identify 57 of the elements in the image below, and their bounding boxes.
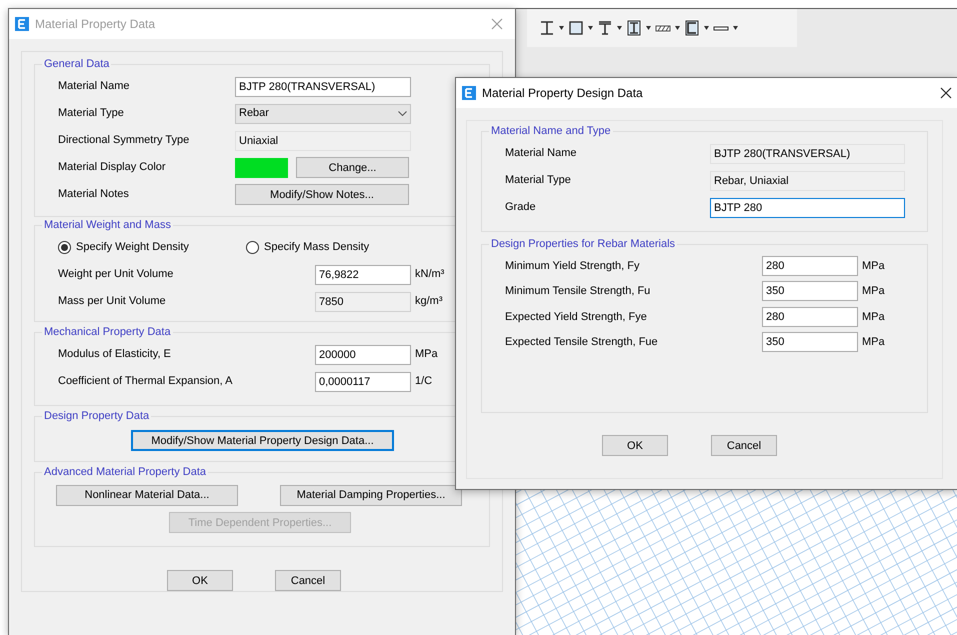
text-field[interactable]: 350 xyxy=(762,332,858,352)
radio-label[interactable]: Specify Mass Density xyxy=(264,239,370,256)
window-title: Material Property Design Data xyxy=(482,85,643,102)
text-field[interactable]: 280 xyxy=(762,306,858,327)
group-title: General Data xyxy=(43,58,110,71)
button[interactable]: Change... xyxy=(296,157,409,178)
field-label: Material Name xyxy=(58,79,131,94)
text-field[interactable]: BJTP 280 xyxy=(710,198,905,218)
field-label: Material Type xyxy=(58,106,125,122)
text-field[interactable]: Uniaxial xyxy=(235,130,411,150)
field-label: Material Name xyxy=(505,146,578,162)
button[interactable]: Cancel xyxy=(711,435,777,456)
field-label: Coefficient of Thermal Expansion, A xyxy=(58,374,234,390)
field-label: Directional Symmetry Type xyxy=(58,133,190,148)
group-title: Design Property Data xyxy=(43,410,150,423)
radio-label[interactable]: Specify Weight Density xyxy=(76,239,246,256)
button[interactable]: Modify/Show Material Property Design Data... xyxy=(131,430,394,450)
button[interactable]: Cancel xyxy=(275,570,341,591)
text-field[interactable]: Rebar, Uniaxial xyxy=(710,170,905,190)
text-field[interactable]: 200000 xyxy=(315,344,411,364)
group-title: Material Name and Type xyxy=(490,125,612,138)
field-label: Modulus of Elasticity, E xyxy=(58,347,172,362)
unit-label: kg/m³ xyxy=(415,294,442,310)
button[interactable]: OK xyxy=(167,570,233,591)
unit-label: kN/m³ xyxy=(415,267,444,282)
field-label: Material Display Color xyxy=(58,160,167,176)
text-field[interactable]: 0,0000117 xyxy=(315,372,411,392)
button[interactable]: Modify/Show Notes... xyxy=(235,184,409,205)
group-title: Advanced Material Property Data xyxy=(43,466,208,479)
field-label: Material Type xyxy=(505,173,572,188)
text-field[interactable]: BJTP 280(TRANSVERSAL) xyxy=(235,76,411,96)
dropdown[interactable]: Rebar xyxy=(235,104,411,124)
group-title: Design Properties for Rebar Materials xyxy=(490,238,676,251)
window-title: Material Property Data xyxy=(35,16,156,33)
group-title: Material Weight and Mass xyxy=(43,219,172,232)
unit-label: MPa xyxy=(862,335,885,350)
field-label: Minimum Yield Strength, Fy xyxy=(505,258,640,274)
field-label: Expected Tensile Strength, Fue xyxy=(505,335,659,350)
field-label: Weight per Unit Volume xyxy=(58,267,174,282)
unit-label: 1/C xyxy=(415,374,432,390)
text-field[interactable]: 280 xyxy=(762,256,858,276)
button[interactable]: Material Damping Properties... xyxy=(280,484,462,506)
button[interactable]: OK xyxy=(602,435,668,456)
field-label: Grade xyxy=(505,200,537,216)
field-label: Minimum Tensile Strength, Fu xyxy=(505,284,652,299)
field-label: Expected Yield Strength, Fye xyxy=(505,310,648,324)
text-field[interactable]: 350 xyxy=(762,281,858,302)
unit-label: MPa xyxy=(862,284,885,299)
unit-label: MPa xyxy=(415,347,438,362)
text-field[interactable]: 76,9822 xyxy=(315,264,411,284)
group-title: Mechanical Property Data xyxy=(43,326,172,339)
text-field[interactable]: BJTP 280(TRANSVERSAL) xyxy=(710,144,905,164)
unit-label: MPa xyxy=(862,258,885,274)
field-label: Material Notes xyxy=(58,187,130,202)
button[interactable]: Nonlinear Material Data... xyxy=(56,484,238,506)
unit-label: MPa xyxy=(862,310,885,324)
field-label: Mass per Unit Volume xyxy=(58,294,167,310)
